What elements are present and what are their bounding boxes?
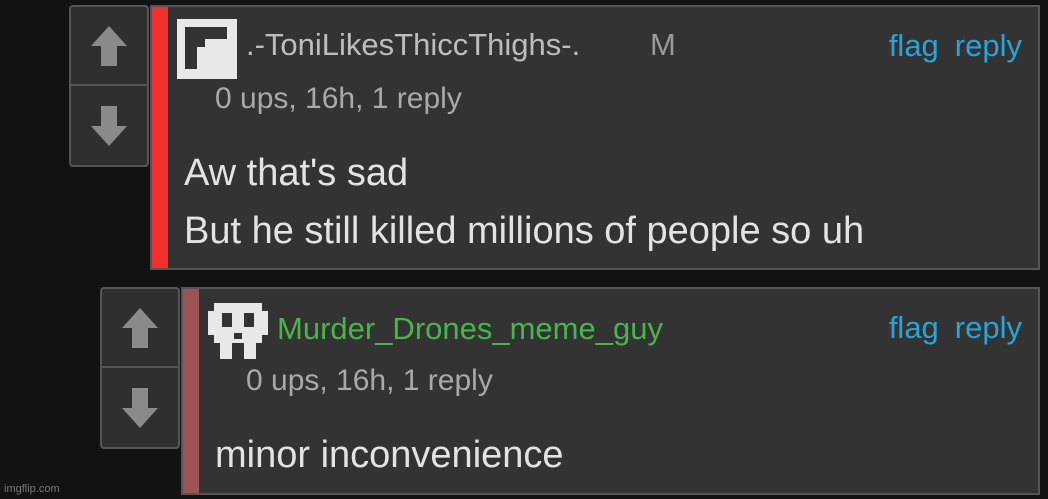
- username[interactable]: .-ToniLikesThiccThighs-.: [246, 27, 580, 63]
- skull-avatar-icon[interactable]: [208, 301, 268, 361]
- comment-line: Aw that's sad: [184, 152, 409, 194]
- reply-link[interactable]: reply: [955, 28, 1022, 63]
- comment-line: But he still killed millions of people s…: [184, 210, 865, 252]
- watermark: imgflip.com: [4, 483, 60, 495]
- comment-actions: flag reply: [873, 28, 1022, 64]
- comment-actions: flag reply: [873, 310, 1022, 346]
- username[interactable]: Murder_Drones_meme_guy: [277, 311, 663, 347]
- comment-line: minor inconvenience: [215, 434, 564, 476]
- upvote-button[interactable]: [71, 7, 147, 86]
- comment-meta: 0 ups, 16h, 1 reply: [215, 82, 462, 115]
- arrow-up-icon: [91, 25, 127, 66]
- downvote-button[interactable]: [102, 368, 178, 447]
- comment-meta: 0 ups, 16h, 1 reply: [246, 364, 493, 397]
- reply-link[interactable]: reply: [955, 310, 1022, 345]
- vote-column: [69, 5, 149, 167]
- flag-link[interactable]: flag: [889, 310, 939, 345]
- comment-stripe: [183, 289, 199, 493]
- comment-stripe: [152, 7, 168, 268]
- vote-column: [100, 287, 180, 449]
- arrow-up-icon: [122, 307, 158, 348]
- flag-link[interactable]: flag: [889, 28, 939, 63]
- mod-badge: M: [650, 27, 676, 62]
- downvote-button[interactable]: [71, 86, 147, 165]
- upvote-button[interactable]: [102, 289, 178, 368]
- comment-body: minor inconvenience: [215, 426, 564, 484]
- arrow-down-icon: [122, 387, 158, 428]
- comment-body: Aw that's sad But he still killed millio…: [184, 144, 864, 260]
- avatar[interactable]: [177, 19, 237, 79]
- arrow-down-icon: [91, 105, 127, 146]
- comment-card: .-ToniLikesThiccThighs-. M flag reply 0 u…: [150, 5, 1040, 270]
- comment-card: Murder_Drones_meme_guy flag reply 0 ups, …: [181, 287, 1040, 495]
